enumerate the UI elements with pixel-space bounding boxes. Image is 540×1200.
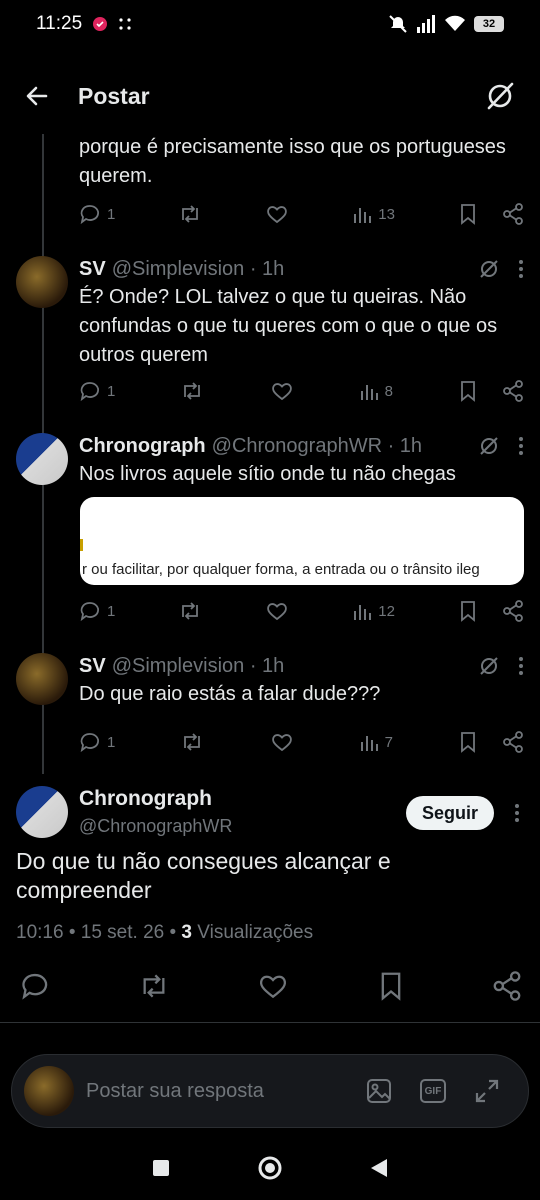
reply-composer[interactable]: Postar sua resposta GIF (11, 1054, 529, 1128)
avatar (24, 1066, 74, 1116)
views-button[interactable]: 13 (352, 204, 395, 224)
bookmark-button[interactable] (377, 971, 405, 1001)
media-text: r ou facilitar, por qualquer forma, a en… (82, 561, 480, 578)
follow-button[interactable]: Seguir (405, 796, 494, 830)
page-title: Postar (78, 82, 150, 109)
notification-app-icon (92, 16, 108, 32)
more-notifications-icon (118, 17, 132, 31)
reply-count: 1 (107, 602, 116, 620)
more-options-icon[interactable] (514, 803, 520, 823)
reply-button[interactable]: 1 (79, 380, 115, 402)
more-options-icon[interactable] (518, 436, 524, 456)
tweet-text: É? Onde? LOL talvez o que tu queiras. Nã… (79, 286, 498, 366)
avatar[interactable] (16, 653, 68, 705)
media-highlight-mark (80, 539, 83, 551)
tweet-meta: 10:16 • 15 set. 26 • 3 Visualizações (16, 922, 313, 944)
tweet-text: Nos livros aquele sítio onde tu não cheg… (79, 463, 456, 485)
tweet-actions: 1 8 (79, 377, 524, 405)
author-name[interactable]: SV (79, 258, 106, 281)
tweet-timestamp: 10:16 • 15 set. 26 • (16, 922, 182, 943)
expand-icon[interactable] (474, 1078, 500, 1104)
mute-icon (388, 14, 408, 34)
divider (0, 1022, 540, 1023)
author-name[interactable]: Chronograph (79, 786, 232, 812)
repost-button[interactable] (138, 971, 170, 1001)
views-button[interactable]: 12 (352, 601, 395, 621)
avatar[interactable] (16, 433, 68, 485)
repost-button[interactable] (180, 380, 204, 402)
status-time: 11:25 (36, 13, 83, 34)
bookmark-button[interactable] (458, 380, 478, 402)
share-button[interactable] (502, 203, 524, 225)
author-handle[interactable]: @Simplevision · 1h (112, 655, 285, 678)
author-handle[interactable]: @ChronographWR (79, 812, 232, 840)
tweet-actions: 1 12 (79, 597, 524, 625)
like-button[interactable] (265, 203, 289, 225)
share-button[interactable] (502, 380, 524, 402)
reply-count: 1 (107, 382, 116, 400)
like-button[interactable] (270, 731, 294, 753)
tweet-media-image[interactable]: r ou facilitar, por qualquer forma, a en… (80, 497, 524, 585)
author-name[interactable]: SV (79, 655, 106, 678)
views-count: 3 (181, 922, 192, 943)
grok-icon[interactable] (484, 80, 516, 112)
app-header: Postar (0, 58, 540, 134)
grok-icon[interactable] (478, 435, 500, 457)
share-button[interactable] (492, 971, 522, 1001)
bookmark-button[interactable] (458, 731, 478, 753)
bookmark-button[interactable] (458, 203, 478, 225)
reply-button[interactable] (20, 971, 50, 1001)
signal-icon (416, 15, 436, 33)
like-button[interactable] (270, 380, 294, 402)
reply-button[interactable]: 1 (79, 203, 115, 225)
more-options-icon[interactable] (518, 656, 524, 676)
system-nav-bar (0, 1138, 540, 1198)
share-button[interactable] (502, 600, 524, 622)
like-button[interactable] (257, 971, 289, 1001)
tweet-text: porque é precisamente isso que os portug… (79, 136, 506, 187)
views-button[interactable]: 8 (359, 381, 393, 401)
main-tweet-actions (0, 968, 540, 1004)
home-button[interactable] (257, 1155, 283, 1181)
repost-button[interactable] (178, 203, 202, 225)
views-button[interactable]: 7 (359, 732, 393, 752)
views-count: 13 (378, 205, 395, 223)
grok-icon[interactable] (478, 258, 500, 280)
author-name[interactable]: Chronograph (79, 435, 206, 458)
back-arrow-icon[interactable] (24, 83, 50, 109)
reply-count: 1 (107, 205, 116, 223)
reply-input[interactable]: Postar sua resposta (86, 1080, 366, 1103)
views-count: 12 (378, 602, 395, 620)
battery-indicator: 32 (474, 16, 504, 32)
avatar[interactable] (16, 256, 68, 308)
like-button[interactable] (265, 600, 289, 622)
status-bar: 11:25 32 (0, 0, 540, 48)
image-icon[interactable] (366, 1078, 392, 1104)
grok-icon[interactable] (478, 655, 500, 677)
tweet-text: Do que raio estás a falar dude??? (79, 683, 381, 705)
recents-button[interactable] (151, 1158, 171, 1178)
reply-count: 1 (107, 733, 116, 751)
repost-button[interactable] (180, 731, 204, 753)
author-handle[interactable]: @ChronographWR · 1h (212, 435, 422, 458)
reply-button[interactable]: 1 (79, 731, 115, 753)
tweet-actions: 1 13 (79, 200, 524, 228)
tweet-actions: 1 7 (79, 728, 524, 756)
gif-icon[interactable]: GIF (420, 1079, 446, 1103)
main-tweet-text: Do que tu não consegues alcançar e compr… (16, 848, 391, 903)
avatar[interactable] (16, 786, 68, 838)
share-button[interactable] (502, 731, 524, 753)
bookmark-button[interactable] (458, 600, 478, 622)
author-handle[interactable]: @Simplevision · 1h (112, 258, 285, 281)
back-button[interactable] (369, 1157, 389, 1179)
views-count: 7 (384, 733, 393, 751)
views-label: Visualizações (192, 922, 314, 943)
more-options-icon[interactable] (518, 259, 524, 279)
reply-button[interactable]: 1 (79, 600, 115, 622)
views-count: 8 (384, 382, 393, 400)
repost-button[interactable] (178, 600, 202, 622)
wifi-icon (444, 15, 466, 33)
